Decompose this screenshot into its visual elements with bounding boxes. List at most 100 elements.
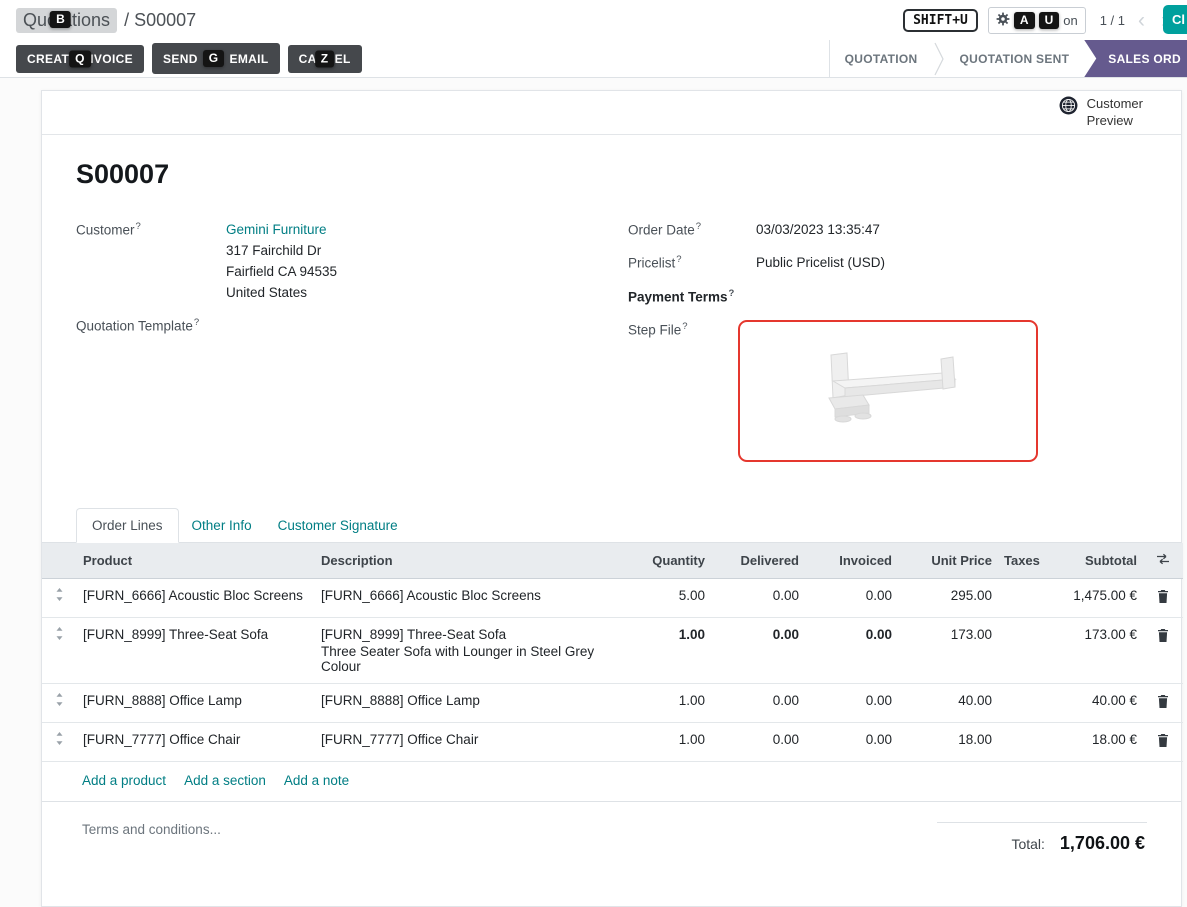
unit-price-cell[interactable]: 295.00 [898,579,998,618]
close-button[interactable]: Cl [1163,5,1187,34]
quantity-cell[interactable]: 1.00 [621,684,711,723]
add-note-link[interactable]: Add a note [284,773,349,788]
delete-line-button[interactable] [1153,732,1173,752]
row-drag-handle[interactable] [42,579,77,618]
column-header-delivered[interactable]: Delivered [711,543,805,579]
quotation-template-label-text: Quotation Template [76,318,193,333]
payment-terms-field-row: Payment Terms? [628,287,1147,308]
delivered-cell[interactable]: 0.00 [711,723,805,762]
shortcut-badge-shift-u: SHIFT+U [903,9,978,32]
unit-price-cell[interactable]: 40.00 [898,684,998,723]
column-header-product[interactable]: Product [77,543,315,579]
customer-address-line1: 317 Fairchild Dr [226,241,337,262]
customer-field-row: Customer? Gemini Furniture 317 Fairchild… [76,220,628,304]
cancel-button[interactable]: CANCEL Z [288,45,362,73]
invoiced-cell[interactable]: 0.00 [805,723,898,762]
delivered-cell[interactable]: 0.00 [711,684,805,723]
row-drag-handle[interactable] [42,723,77,762]
subtotal-cell: 173.00 € [1040,618,1143,684]
column-header-invoiced[interactable]: Invoiced [805,543,898,579]
quantity-cell[interactable]: 5.00 [621,579,711,618]
status-step-quotation-sent[interactable]: QUOTATION SENT [945,40,1085,77]
invoiced-cell[interactable]: 0.00 [805,579,898,618]
description-cell[interactable]: [FURN_8888] Office Lamp [315,684,621,723]
column-header-subtotal[interactable]: Subtotal [1040,543,1143,579]
taxes-cell[interactable] [998,723,1040,762]
description-cell[interactable]: [FURN_7777] Office Chair [315,723,621,762]
delete-line-button[interactable] [1153,693,1173,713]
product-cell[interactable]: [FURN_8999] Three-Seat Sofa [77,618,315,684]
customer-preview-line2: Preview [1087,113,1143,130]
customer-preview-link[interactable]: Customer Preview [1059,96,1143,130]
column-header-quantity[interactable]: Quantity [621,543,711,579]
product-cell[interactable]: [FURN_8888] Office Lamp [77,684,315,723]
order-date-field-value[interactable]: 03/03/2023 13:35:47 [756,220,880,241]
delete-line-button[interactable] [1153,627,1173,647]
tab-order-lines[interactable]: Order Lines [76,508,179,543]
row-drag-handle[interactable] [42,684,77,723]
quantity-cell[interactable]: 1.00 [621,723,711,762]
column-header-taxes[interactable]: Taxes [998,543,1040,579]
description-cell[interactable]: [FURN_6666] Acoustic Bloc Screens [315,579,621,618]
taxes-cell[interactable] [998,684,1040,723]
help-marker: ? [729,288,735,299]
table-row: [FURN_6666] Acoustic Bloc Screens [FURN_… [42,579,1183,618]
delivered-cell[interactable]: 0.00 [711,618,805,684]
delivered-cell[interactable]: 0.00 [711,579,805,618]
product-cell[interactable]: [FURN_6666] Acoustic Bloc Screens [77,579,315,618]
column-header-description[interactable]: Description [315,543,621,579]
shortcut-badge-q: Q [69,50,91,67]
status-separator-icon [933,41,945,77]
help-marker: ? [194,317,199,328]
invoiced-cell[interactable]: 0.00 [805,684,898,723]
terms-placeholder[interactable]: Terms and conditions... [82,822,221,837]
field-column-right: Order Date? 03/03/2023 13:35:47 Pricelis… [628,220,1147,474]
taxes-cell[interactable] [998,618,1040,684]
row-drag-handle[interactable] [42,618,77,684]
status-step-quotation[interactable]: QUOTATION [830,40,933,77]
order-date-field-row: Order Date? 03/03/2023 13:35:47 [628,220,1147,241]
adjust-columns-icon [1156,553,1170,565]
taxes-cell[interactable] [998,579,1040,618]
description-cell[interactable]: [FURN_8999] Three-Seat Sofa Three Seater… [315,618,621,684]
step-file-field-value[interactable] [738,320,1038,462]
customer-preview-label: Customer Preview [1087,96,1143,130]
subtotal-cell: 40.00 € [1040,684,1143,723]
handle-column-header [42,543,77,579]
delete-line-button[interactable] [1153,588,1173,608]
tab-customer-signature[interactable]: Customer Signature [265,509,411,542]
breadcrumb-current: / S00007 [124,10,196,31]
help-marker: ? [136,221,141,232]
quantity-cell[interactable]: 1.00 [621,618,711,684]
add-section-link[interactable]: Add a section [184,773,266,788]
record-action-buttons: CREATE INVOICE Q SEND G EMAIL CANCEL Z [16,43,362,74]
order-lines-table: Product Description Quantity Delivered I… [42,543,1183,762]
unit-price-cell[interactable]: 173.00 [898,618,998,684]
statusbar: QUOTATION QUOTATION SENT SALES ORD [829,40,1187,77]
pager-previous-button[interactable]: ‹ [1135,10,1148,31]
trash-icon [1157,734,1169,747]
step-file-3d-preview [803,343,973,440]
unit-price-cell[interactable]: 18.00 [898,723,998,762]
product-cell[interactable]: [FURN_7777] Office Chair [77,723,315,762]
tab-other-info[interactable]: Other Info [179,509,265,542]
send-email-button[interactable]: SEND G EMAIL [152,43,280,74]
order-date-field-label: Order Date? [628,220,756,241]
customer-link[interactable]: Gemini Furniture [226,222,327,237]
optional-columns-toggle[interactable] [1143,543,1183,579]
pricelist-field-row: Pricelist? Public Pricelist (USD) [628,253,1147,274]
table-row: [FURN_8888] Office Lamp [FURN_8888] Offi… [42,684,1183,723]
description-line1: [FURN_8999] Three-Seat Sofa [321,627,615,642]
invoiced-cell[interactable]: 0.00 [805,618,898,684]
help-marker: ? [682,321,687,332]
shortcut-badge-g: G [203,50,225,67]
pricelist-field-value[interactable]: Public Pricelist (USD) [756,253,885,274]
create-invoice-button[interactable]: CREATE INVOICE Q [16,45,144,73]
drag-handle-icon [55,732,64,745]
add-product-link[interactable]: Add a product [82,773,166,788]
action-menu-button[interactable]: A U on [988,7,1086,34]
column-header-unit-price[interactable]: Unit Price [898,543,998,579]
status-step-sales-order[interactable]: SALES ORD [1084,40,1187,77]
breadcrumb-quotations[interactable]: Quotations B [16,8,117,33]
trash-icon [1157,695,1169,708]
